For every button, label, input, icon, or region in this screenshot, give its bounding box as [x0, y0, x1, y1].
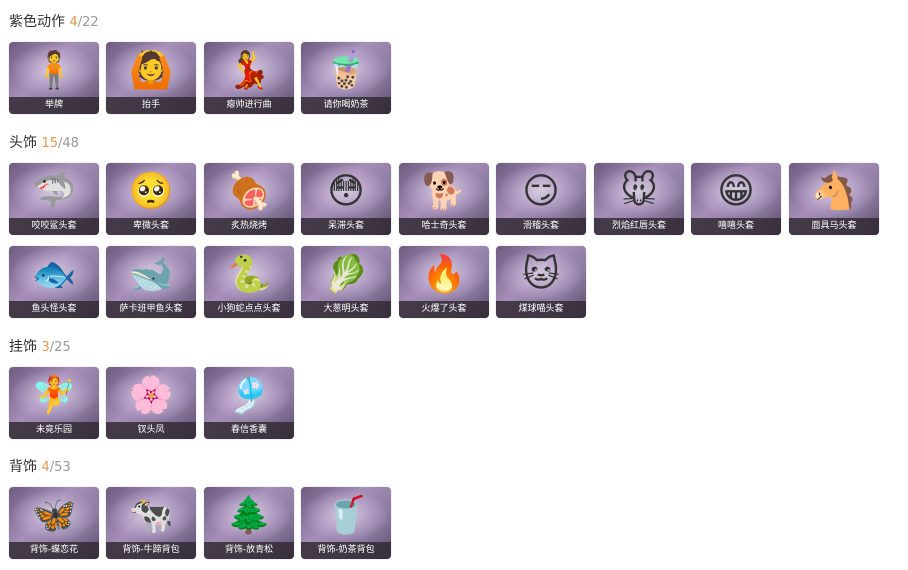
item-label: 卑微头套 — [106, 218, 196, 235]
item-image-icon: 🎐 — [226, 375, 272, 416]
item-label: 火爆了头套 — [399, 301, 489, 318]
item-label: 钗头凤 — [106, 422, 196, 439]
item-image-icon: 🔥 — [421, 254, 467, 295]
item-image-icon: 🐱 — [522, 254, 560, 295]
item-label: 炙热烧烤 — [204, 218, 294, 235]
item-label: 背饰-放青松 — [204, 542, 294, 559]
section-title: 挂饰 3/25 — [9, 339, 71, 355]
item-image-icon: 😏 — [522, 171, 560, 212]
item-image-icon: 🐋 — [128, 254, 174, 295]
item-label: 大葱明头套 — [301, 301, 391, 318]
section-title: 紫色动作 4/22 — [9, 14, 99, 30]
item-image-icon: 🐟 — [31, 254, 77, 295]
total-count: /22 — [77, 15, 99, 30]
item-label: 背饰-蝶恋花 — [9, 542, 99, 559]
item-image-icon: 🧚 — [31, 375, 77, 416]
item-label: 烈焰红唇头套 — [594, 218, 684, 235]
item-card[interactable]: 🦋 背饰-蝶恋花 — [9, 487, 99, 559]
item-label: 春信香囊 — [204, 422, 294, 439]
item-label: 背饰-牛蹄背包 — [106, 542, 196, 559]
item-image-icon: 🦋 — [31, 495, 77, 536]
section-purple-actions: 紫色动作 4/22 🧍 举牌 🙆 抬手 💃 瘪帅进行曲 🧋 请你喝奶茶 — [9, 12, 391, 114]
item-image-icon: 🧋 — [323, 50, 369, 91]
item-label: 鱼头怪头套 — [9, 301, 99, 318]
item-card[interactable]: 😁 嘻嘻头套 — [691, 163, 781, 235]
owned-count: 4 — [69, 15, 78, 30]
item-image-icon: 😁 — [717, 171, 755, 212]
item-image-icon: 🐍 — [226, 254, 272, 295]
item-card[interactable]: 🧍 举牌 — [9, 42, 99, 114]
item-card[interactable]: 🥺 卑微头套 — [106, 163, 196, 235]
item-card[interactable]: 🌸 钗头凤 — [106, 367, 196, 439]
item-card[interactable]: 🥬 大葱明头套 — [301, 246, 391, 318]
owned-count: 4 — [41, 460, 50, 475]
item-card[interactable]: 🐭 烈焰红唇头套 — [594, 163, 684, 235]
item-image-icon: 🐴 — [811, 171, 857, 212]
item-card[interactable]: 🥤 背饰-奶茶背包 — [301, 487, 391, 559]
item-label: 呆滞头套 — [301, 218, 391, 235]
item-image-icon: 🐭 — [620, 171, 658, 212]
item-label: 煤球喵头套 — [496, 301, 586, 318]
item-label: 瘪帅进行曲 — [204, 97, 294, 114]
item-label: 请你喝奶茶 — [301, 97, 391, 114]
item-label: 嘻嘻头套 — [691, 218, 781, 235]
item-label: 抬手 — [106, 97, 196, 114]
item-card[interactable]: 🐍 小狗蛇点点头套 — [204, 246, 294, 318]
item-label: 哈士奇头套 — [399, 218, 489, 235]
item-card[interactable]: 🎐 春信香囊 — [204, 367, 294, 439]
item-card[interactable]: 😳 呆滞头套 — [301, 163, 391, 235]
item-image-icon: 🥬 — [323, 254, 369, 295]
item-image-icon: 🧍 — [31, 50, 77, 91]
item-card[interactable]: 🐕 哈士奇头套 — [399, 163, 489, 235]
item-label: 未竟乐园 — [9, 422, 99, 439]
total-count: /53 — [49, 460, 71, 475]
item-image-icon: 🐕 — [421, 171, 467, 212]
item-card[interactable]: 🔥 火爆了头套 — [399, 246, 489, 318]
item-image-icon: 🌸 — [128, 375, 174, 416]
total-count: /48 — [58, 136, 79, 151]
item-image-icon: 🙆 — [128, 50, 174, 91]
item-label: 萨卡班甲鱼头套 — [106, 301, 196, 318]
item-image-icon: 🦈 — [31, 171, 77, 212]
item-label: 面具马头套 — [789, 218, 879, 235]
section-headwear: 头饰 15/48 🦈 咬咬鲨头套 🥺 卑微头套 🍖 炙热烧烤 😳 呆滞头套 🐕 哈士奇头套… — [9, 133, 879, 318]
item-label: 举牌 — [9, 97, 99, 114]
item-card[interactable]: 🐟 鱼头怪头套 — [9, 246, 99, 318]
item-card[interactable]: 🧋 请你喝奶茶 — [301, 42, 391, 114]
owned-count: 15 — [41, 136, 58, 151]
item-card[interactable]: 🐋 萨卡班甲鱼头套 — [106, 246, 196, 318]
item-card[interactable]: 🙆 抬手 — [106, 42, 196, 114]
item-card[interactable]: 💃 瘪帅进行曲 — [204, 42, 294, 114]
item-image-icon: 😳 — [327, 171, 365, 212]
item-card[interactable]: 🧚 未竟乐园 — [9, 367, 99, 439]
section-title: 背饰 4/53 — [9, 459, 71, 475]
section-back-accessories: 背饰 4/53 🦋 背饰-蝶恋花 🐄 背饰-牛蹄背包 🌲 背饰-放青松 🥤 背饰-奶茶背… — [9, 457, 391, 559]
owned-count: 3 — [41, 340, 50, 355]
item-image-icon: 🐄 — [128, 495, 174, 536]
total-count: /25 — [49, 340, 71, 355]
item-label: 背饰-奶茶背包 — [301, 542, 391, 559]
item-image-icon: 🍖 — [226, 171, 272, 212]
item-card[interactable]: 🐴 面具马头套 — [789, 163, 879, 235]
item-card[interactable]: 🐄 背饰-牛蹄背包 — [106, 487, 196, 559]
item-card[interactable]: 🌲 背饰-放青松 — [204, 487, 294, 559]
item-label: 咬咬鲨头套 — [9, 218, 99, 235]
item-card[interactable]: 🐱 煤球喵头套 — [496, 246, 586, 318]
item-card[interactable]: 🦈 咬咬鲨头套 — [9, 163, 99, 235]
item-image-icon: 💃 — [226, 50, 272, 91]
item-label: 小狗蛇点点头套 — [204, 301, 294, 318]
item-image-icon: 🥤 — [323, 495, 369, 536]
section-title: 头饰 15/48 — [9, 135, 79, 151]
item-label: 滑稽头套 — [496, 218, 586, 235]
item-card[interactable]: 😏 滑稽头套 — [496, 163, 586, 235]
section-hanging-accessories: 挂饰 3/25 🧚 未竟乐园 🌸 钗头凤 🎐 春信香囊 — [9, 337, 294, 439]
item-image-icon: 🌲 — [226, 495, 272, 536]
item-image-icon: 🥺 — [128, 171, 174, 212]
item-card[interactable]: 🍖 炙热烧烤 — [204, 163, 294, 235]
